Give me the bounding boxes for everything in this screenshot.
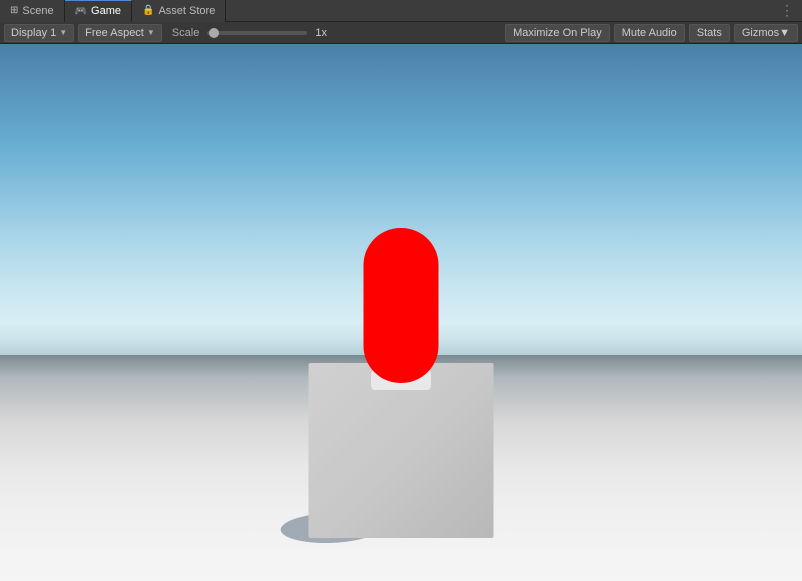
aspect-arrow-icon: ▼ [147,28,155,37]
tab-bar: ⊞ Scene 🎮 Game 🔒 Asset Store ⋮ [0,0,802,22]
stats-label: Stats [697,27,722,39]
asset-store-icon: 🔒 [142,5,154,16]
display-dropdown[interactable]: Display 1 ▼ [4,24,74,42]
red-capsule [364,228,439,383]
scene-icon: ⊞ [10,5,18,16]
gizmos-dropdown[interactable]: Gizmos ▼ [734,24,798,42]
tab-more-button[interactable]: ⋮ [772,2,802,19]
aspect-dropdown[interactable]: Free Aspect ▼ [78,24,162,42]
scale-value: 1x [315,27,327,39]
scale-label: Scale [172,27,200,39]
scale-slider[interactable] [207,31,307,35]
display-arrow-icon: ▼ [59,28,67,37]
gizmos-label: Gizmos [742,27,779,39]
scale-slider-thumb [209,28,219,38]
aspect-label: Free Aspect [85,27,144,39]
tab-game[interactable]: 🎮 Game [65,0,132,22]
tab-game-label: Game [91,5,121,17]
maximize-label: Maximize On Play [513,27,602,39]
mute-label: Mute Audio [622,27,677,39]
display-label: Display 1 [11,27,56,39]
game-viewport [0,44,802,581]
game-icon: 🎮 [75,6,87,17]
tab-asset-store[interactable]: 🔒 Asset Store [132,0,226,22]
maximize-on-play-button[interactable]: Maximize On Play [505,24,610,42]
gizmos-arrow-icon: ▼ [779,27,790,39]
tab-scene-label: Scene [22,5,53,17]
mute-audio-button[interactable]: Mute Audio [614,24,685,42]
tab-asset-store-label: Asset Store [158,5,215,17]
more-icon: ⋮ [780,2,794,18]
stats-button[interactable]: Stats [689,24,730,42]
game-toolbar: Display 1 ▼ Free Aspect ▼ Scale 1x Maxim… [0,22,802,44]
tab-scene[interactable]: ⊞ Scene [0,0,65,22]
